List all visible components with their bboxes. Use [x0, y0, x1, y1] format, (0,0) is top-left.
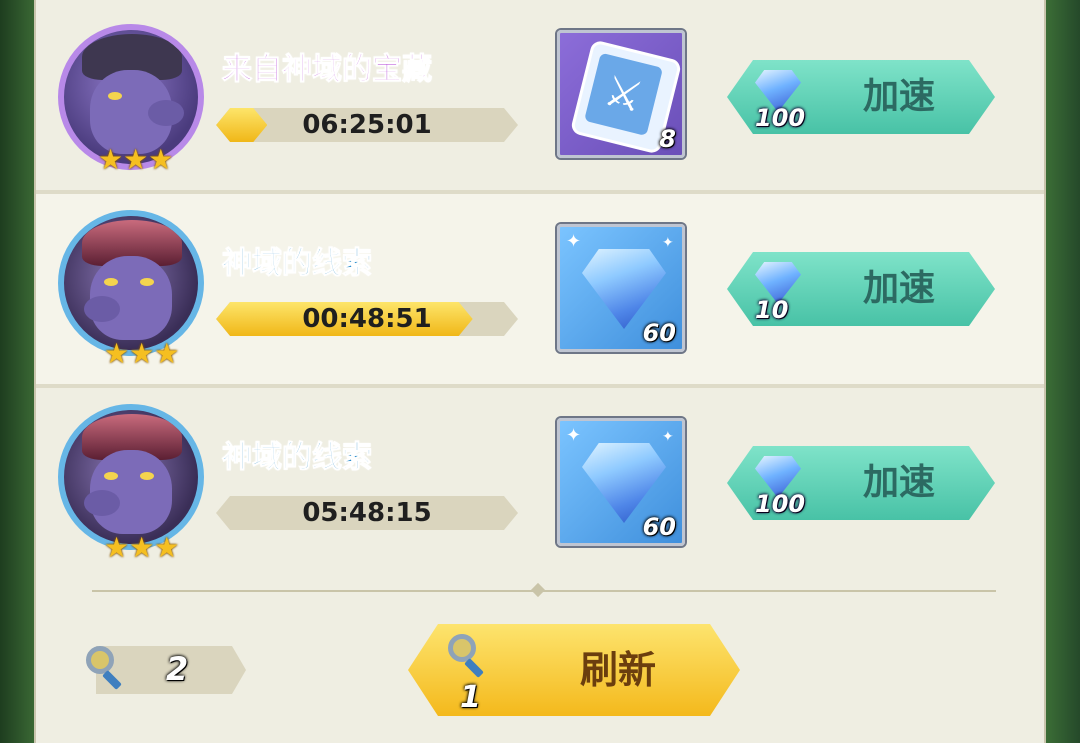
timer-text: 06:25:01 [302, 110, 432, 140]
speed-up-label: 加速 [862, 76, 935, 117]
nose-shape [84, 490, 120, 516]
grass-background-right [1040, 0, 1080, 743]
speed-up-button[interactable]: 100 加速 [727, 60, 995, 134]
speed-up-button[interactable]: 100 加速 [727, 446, 995, 520]
speed-up-button[interactable]: 10 加速 [727, 252, 995, 326]
eye-shape [140, 278, 154, 286]
diamond-icon [582, 249, 666, 329]
quest-panel: ★★★ 来自神域的宝藏 06:25:01 ⚔ 8 100 加速 ★★★ 神域的线… [34, 0, 1046, 743]
crossed-swords-icon: ⚔ [599, 65, 648, 123]
sparkle-icon: ✦ [566, 231, 582, 252]
star-rating: ★★★ [104, 340, 179, 368]
magnifier-lens [86, 646, 114, 674]
grass-background-left [0, 0, 36, 743]
star-rating: ★★★ [104, 534, 179, 562]
timer-bar: 05:48:15 [216, 496, 518, 530]
star-icons: ★★★ [98, 143, 174, 176]
eye-shape [140, 472, 154, 480]
quest-row: ★★★ 来自神域的宝藏 06:25:01 ⚔ 8 100 加速 [36, 0, 1044, 190]
reward-count: 60 [642, 319, 676, 347]
magnifier-icon [86, 646, 126, 690]
timer-bar: 06:25:01 [216, 108, 518, 142]
speed-up-label: 加速 [862, 268, 935, 309]
speed-up-cost: 100 [755, 104, 806, 132]
refresh-cost: 1 [460, 680, 481, 715]
eye-shape [104, 278, 118, 286]
magnifier-icon [448, 634, 488, 678]
diamond-icon [582, 443, 666, 523]
sparkle-icon: ✦ [566, 425, 582, 446]
hero-portrait[interactable] [58, 404, 204, 550]
quest-row: ★★★ 神域的线索 00:48:51 ✦ ✦ 60 10 加速 [36, 194, 1044, 384]
reward-item[interactable]: ⚔ 8 [557, 30, 685, 158]
scroll-inner: ⚔ [584, 52, 664, 137]
hero-portrait[interactable] [58, 210, 204, 356]
quest-title: 来自神域的宝藏 [222, 52, 433, 88]
reward-item[interactable]: ✦ ✦ 60 [557, 418, 685, 546]
reward-count: 8 [659, 125, 676, 153]
search-count: 2 [166, 650, 189, 688]
refresh-button[interactable]: 1 刷新 [408, 624, 740, 716]
speed-up-cost: 100 [755, 490, 806, 518]
eye-shape [104, 472, 118, 480]
quest-title: 神域的线索 [222, 246, 373, 282]
timer-bar: 00:48:51 [216, 302, 518, 336]
nose-shape [148, 100, 184, 126]
divider-ornament [530, 582, 546, 598]
nose-shape [84, 296, 120, 322]
timer-text: 00:48:51 [302, 304, 432, 334]
timer-text: 05:48:15 [302, 498, 432, 528]
refresh-label: 刷新 [579, 648, 656, 692]
speed-up-cost: 10 [755, 296, 789, 324]
star-icons: ★★★ [104, 531, 180, 564]
eye-shape [108, 92, 122, 100]
reward-count: 60 [642, 513, 676, 541]
magnifier-handle [464, 658, 484, 678]
quest-row: ★★★ 神域的线索 05:48:15 ✦ ✦ 60 100 加速 [36, 388, 1044, 578]
magnifier-lens [448, 634, 476, 662]
reward-item[interactable]: ✦ ✦ 60 [557, 224, 685, 352]
quest-title: 神域的线索 [222, 440, 373, 476]
star-icons: ★★★ [104, 337, 180, 370]
sparkle-icon: ✦ [662, 235, 674, 251]
sparkle-icon: ✦ [662, 429, 674, 445]
speed-up-label: 加速 [862, 462, 935, 503]
star-rating: ★★★ [98, 146, 173, 174]
